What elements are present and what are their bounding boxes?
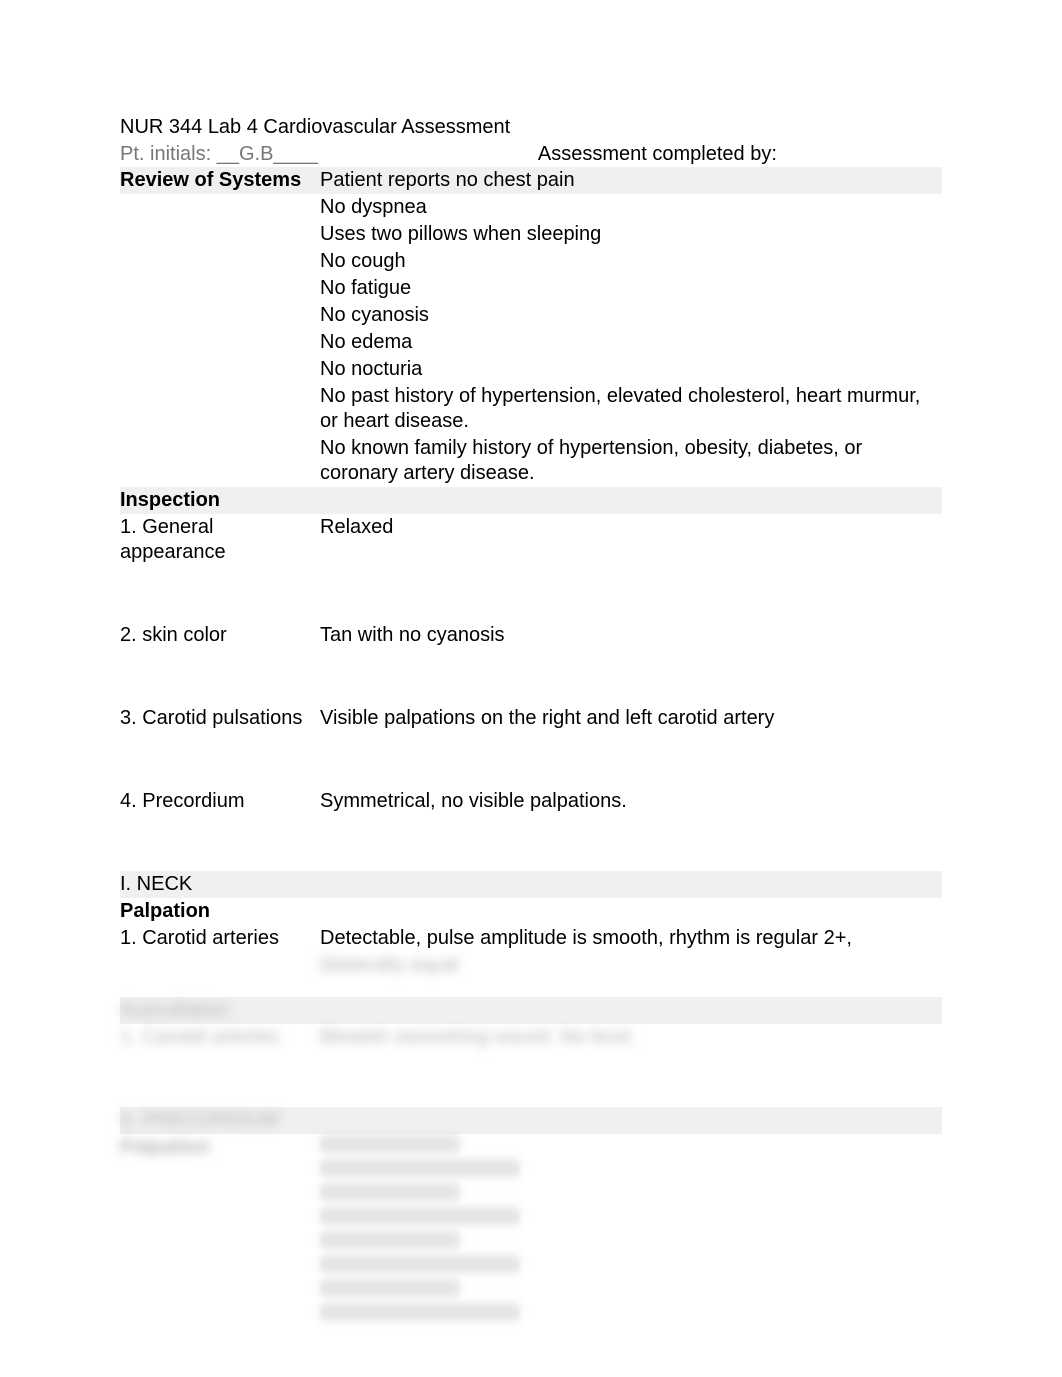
ros-line-5: No cyanosis [320,302,942,329]
ros-line-8: No past history of hypertension, elevate… [320,383,942,435]
inspection-4-label: 4. Precordium [120,788,320,815]
ros-line-7: No nocturia [320,356,942,383]
ros-line-4: No fatigue [320,275,942,302]
pt-initials-label: Pt. initials: __G.B____ [120,142,318,167]
inspection-3-value: Visible palpations on the right and left… [320,705,942,732]
redacted-value-2: Blowish swooshing sound. No bruit. [320,1024,942,1051]
review-of-systems-label: Review of Systems [120,167,320,194]
redacted-label-3: II. PRECORDIUM [120,1107,320,1134]
ros-line-0: Patient reports no chest pain [320,167,942,194]
redacted-text: bilaterally equal [320,952,942,979]
inspection-heading: Inspection [120,487,942,514]
redacted-list [320,1134,942,1328]
carotid-arteries-value: Detectable, pulse amplitude is smooth, r… [320,925,942,952]
neck-heading: I. NECK [120,871,942,898]
inspection-3-label: 3. Carotid pulsations [120,705,320,732]
inspection-1-label: 1. General appearance [120,514,320,566]
redacted-label-4: Palpation [120,1134,320,1328]
assessment-form-table: Review of Systems Patient reports no che… [120,167,942,1328]
ros-line-9: No known family history of hypertension,… [320,435,942,487]
palpation-heading: Palpation [120,898,942,925]
ros-line-1: No dyspnea [320,194,942,221]
ros-line-6: No edema [320,329,942,356]
redacted-label-2: 1. Carotid arteries [120,1024,320,1051]
assessment-completed-by-label: Assessment completed by: [538,142,777,167]
redacted-label-1: Auscultation [120,997,320,1024]
inspection-2-label: 2. skin color [120,622,320,649]
document-title: NUR 344 Lab 4 Cardiovascular Assessment [120,115,942,140]
ros-line-2: Uses two pillows when sleeping [320,221,942,248]
inspection-4-value: Symmetrical, no visible palpations. [320,788,942,815]
carotid-arteries-label: 1. Carotid arteries [120,925,320,952]
ros-line-3: No cough [320,248,942,275]
inspection-2-value: Tan with no cyanosis [320,622,942,649]
inspection-1-value: Relaxed [320,514,942,566]
